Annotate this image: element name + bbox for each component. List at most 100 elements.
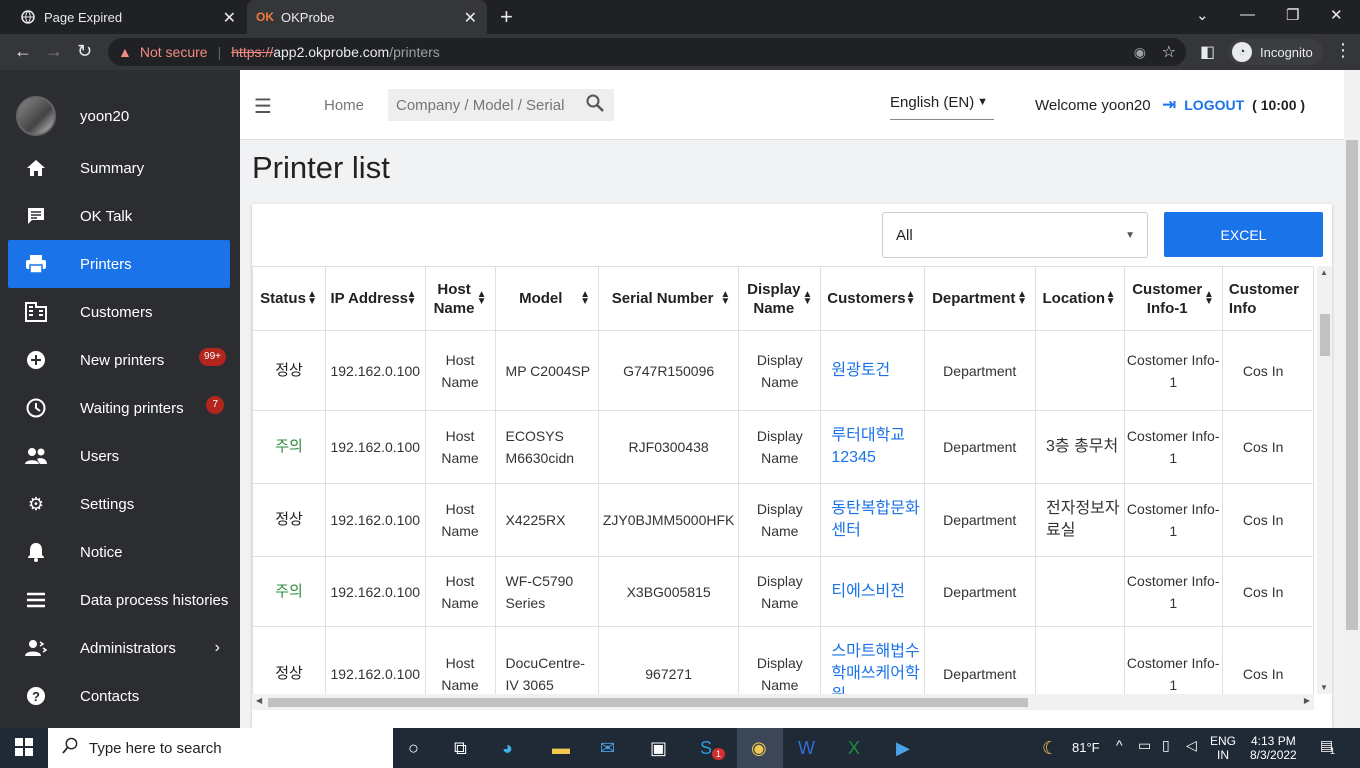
windows-start-icon[interactable] [15, 738, 33, 761]
minimize-icon[interactable]: — [1240, 6, 1255, 23]
mail-icon[interactable]: ✉ [600, 738, 615, 759]
column-header-model[interactable]: Model ▲ ▼ [494, 266, 600, 331]
taskbar-search[interactable]: Type here to search [48, 728, 393, 768]
column-header-info2[interactable]: Customer Info [1221, 266, 1314, 331]
address-bar[interactable]: ▲ Not secure | https:// app2.okprobe.com… [108, 38, 1186, 66]
file-explorer-icon[interactable]: ▬ [552, 738, 570, 759]
page-vertical-scrollbar[interactable] [1344, 70, 1360, 728]
table-row[interactable]: 주의 192.162.0.100 Host Name WF-C5790 Series X… [252, 556, 1314, 627]
restore-icon[interactable]: ❐ [1286, 6, 1299, 24]
column-header-info1[interactable]: Customer Info-1 ▲ ▼ [1123, 266, 1223, 331]
header-label: Serial Number [611, 290, 714, 307]
reload-icon[interactable]: ↻ [77, 41, 92, 62]
home-link[interactable]: Home [324, 97, 364, 114]
new-tab-icon[interactable]: + [500, 4, 513, 30]
column-header-customers[interactable]: Customers ▲ ▼ [820, 266, 925, 331]
table-row[interactable]: 정상 192.162.0.100 Host Name X4225RX ZJY0BJMM5… [252, 483, 1314, 557]
skype-icon[interactable]: S [700, 738, 712, 759]
scroll-thumb[interactable] [1320, 314, 1330, 356]
more-menu-icon[interactable]: ⋮ [1334, 40, 1352, 61]
table-row[interactable]: 정상 192.162.0.100 Host Name MP C2004SP G747R1… [252, 330, 1314, 411]
word-icon[interactable]: W [798, 738, 815, 759]
search-box[interactable] [388, 89, 614, 121]
network-icon[interactable]: ▭ [1138, 738, 1151, 752]
excel-export-button[interactable]: EXCEL [1164, 212, 1323, 257]
sidebar-item-summary[interactable]: Summary [8, 144, 230, 192]
eye-off-icon[interactable]: ◉ [1134, 44, 1146, 61]
customer-link[interactable]: 티에스비전 [820, 556, 925, 627]
printer-table-container[interactable]: Status ▲ ▼ IP Address ▲ ▼ Host Name ▲ ▼ Model ▲… [252, 266, 1314, 694]
column-header-ip[interactable]: IP Address ▲ ▼ [324, 266, 426, 331]
not-secure-label[interactable]: Not secure [140, 44, 208, 60]
sidebar-item-new-printers[interactable]: New printers 99+ [8, 336, 230, 384]
sidebar-item-data-process-histories[interactable]: Data process histories [8, 576, 230, 624]
close-window-icon[interactable]: ✕ [1330, 6, 1343, 24]
scroll-thumb[interactable] [1346, 140, 1358, 630]
clock[interactable]: 4:13 PM 8/3/2022 [1250, 734, 1297, 762]
sidebar-item-administrators[interactable]: Administrators › [8, 624, 230, 672]
chrome-taskbar-item[interactable]: ◉ [737, 728, 783, 768]
sidebar-item-settings[interactable]: ⚙ Settings [8, 480, 230, 528]
cortana-icon[interactable]: ○ [408, 738, 419, 759]
chevron-down-icon[interactable]: ⌄ [1196, 6, 1209, 24]
table-row[interactable]: 주의 192.162.0.100 Host Name ECOSYS M6630cidn… [252, 410, 1314, 484]
side-panel-icon[interactable]: ◧ [1200, 42, 1215, 62]
input-language[interactable]: ENG IN [1210, 734, 1236, 762]
customer-link[interactable]: 스마트해법수학매쓰케어학원 [820, 626, 925, 694]
scroll-left-icon[interactable]: ◀ [256, 696, 262, 705]
sidebar-item-printers[interactable]: Printers [8, 240, 230, 288]
forward-icon[interactable]: → [45, 41, 63, 62]
column-header-department[interactable]: Department ▲ ▼ [923, 266, 1037, 331]
scroll-right-icon[interactable]: ▶ [1304, 696, 1310, 705]
store-icon[interactable]: ▣ [650, 738, 667, 759]
user-profile[interactable]: yoon20 [16, 96, 129, 136]
scroll-down-icon[interactable]: ▼ [1320, 683, 1328, 692]
status-filter-select[interactable]: All ▼ [882, 212, 1148, 258]
edge-icon[interactable]: ◕ [502, 738, 513, 759]
sidebar-item-notice[interactable]: Notice [8, 528, 230, 576]
menu-icon[interactable]: ☰ [254, 94, 272, 119]
table-vertical-scrollbar[interactable]: ▲ ▼ [1317, 266, 1332, 694]
sidebar-item-customers[interactable]: Customers [8, 288, 230, 336]
tab-okprobe[interactable]: OK OKProbe ✕ [247, 0, 487, 34]
column-header-location[interactable]: Location ▲ ▼ [1035, 266, 1125, 331]
tab-page-expired[interactable]: Page Expired ✕ [0, 0, 246, 34]
phone-icon[interactable]: ▯ [1162, 738, 1170, 752]
customer-link[interactable]: 루터대학교 12345 [820, 410, 925, 484]
search-icon[interactable] [586, 94, 604, 117]
column-header-serial[interactable]: Serial Number ▲ ▼ [598, 266, 740, 331]
star-icon[interactable]: ☆ [1162, 42, 1176, 62]
column-header-status[interactable]: Status ▲ ▼ [252, 266, 326, 331]
excel-icon[interactable]: X [848, 738, 860, 759]
weather-temp[interactable]: 81°F [1072, 741, 1100, 755]
column-header-host[interactable]: Host Name ▲ ▼ [424, 266, 496, 331]
incognito-badge[interactable]: ◔ Incognito [1228, 39, 1323, 65]
customer-link[interactable]: 동탄복합문화센터 [820, 483, 925, 557]
host-cell: Host Name [424, 556, 496, 627]
media-icon[interactable]: ▶ [896, 738, 910, 759]
scroll-up-icon[interactable]: ▲ [1320, 268, 1328, 277]
volume-icon[interactable]: ◁ [1186, 738, 1197, 752]
sidebar-item-users[interactable]: Users [8, 432, 230, 480]
customer-link[interactable]: 원광토건 [820, 330, 925, 411]
sidebar-item-waiting-printers[interactable]: Waiting printers 7 [8, 384, 230, 432]
sort-icon: ▲ ▼ [1204, 289, 1214, 307]
back-icon[interactable]: ← [14, 41, 32, 62]
close-tab-icon[interactable]: ✕ [223, 8, 236, 28]
model-cell: ECOSYS M6630cidn [494, 410, 600, 484]
avatar [16, 96, 56, 136]
search-input[interactable] [388, 96, 578, 114]
scroll-thumb[interactable] [268, 698, 1028, 707]
sidebar-item-contacts[interactable]: ? Contacts [8, 672, 230, 720]
sidebar-item-ok-talk[interactable]: OK Talk [8, 192, 230, 240]
incognito-icon: ◔ [1232, 42, 1252, 62]
language-select[interactable]: English (EN) ▼ [890, 94, 994, 120]
logout-button[interactable]: ⇥ LOGOUT ( 10:00 ) [1162, 95, 1305, 115]
close-tab-icon[interactable]: ✕ [464, 8, 477, 28]
clock-time: 4:13 PM [1251, 734, 1296, 748]
table-horizontal-scrollbar[interactable]: ◀ ▶ [252, 694, 1314, 710]
task-view-icon[interactable]: ⧉ [454, 738, 467, 759]
column-header-display[interactable]: Display Name ▲ ▼ [738, 266, 822, 331]
table-row[interactable]: 정상 192.162.0.100 Host Name DocuCentre-IV 30… [252, 626, 1314, 694]
show-hidden-icons-icon[interactable]: ^ [1116, 738, 1123, 752]
